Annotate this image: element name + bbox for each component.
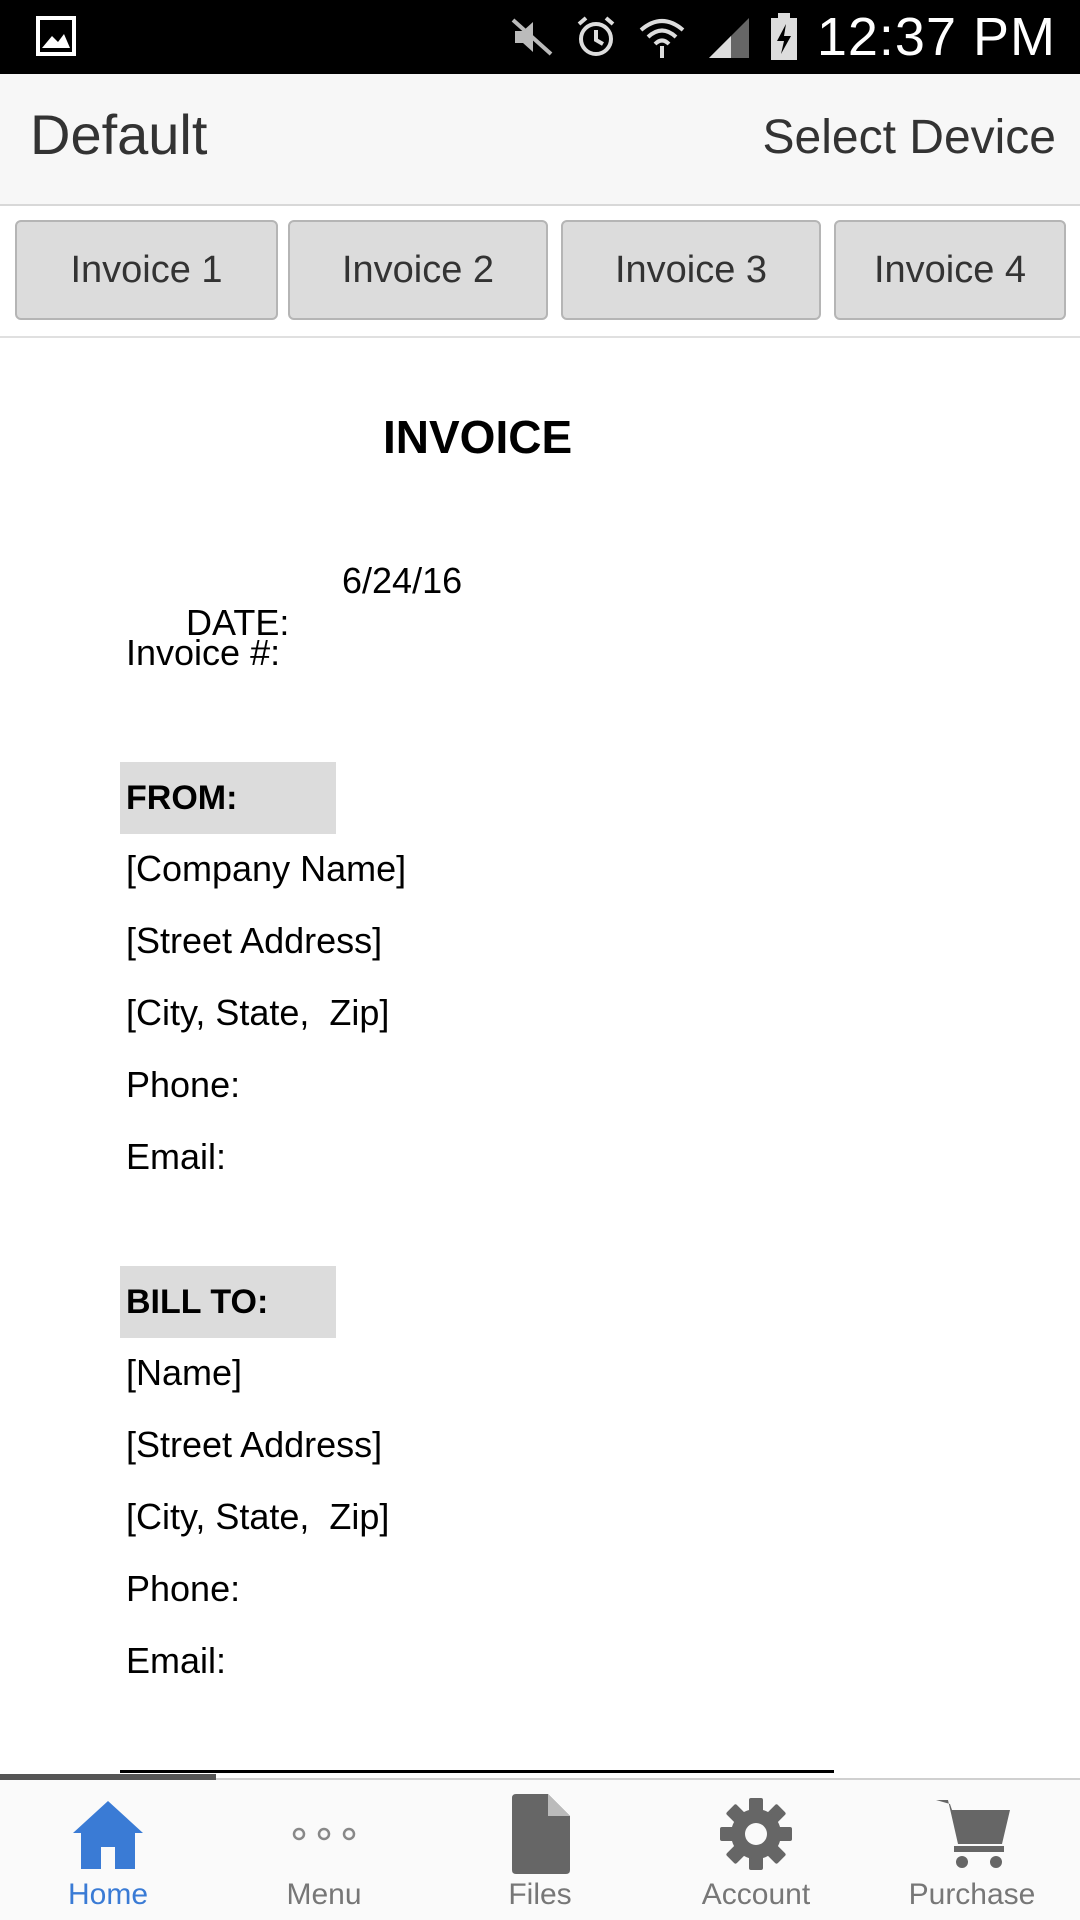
signal-icon <box>705 14 751 60</box>
wifi-icon <box>637 14 687 60</box>
cart-icon <box>930 1792 1014 1876</box>
gallery-icon <box>36 16 76 56</box>
invoice-document[interactable]: INVOICE DATE: 6/24/16 Invoice #: FROM: [… <box>0 338 1080 1778</box>
bill-to-phone: Phone: <box>126 1568 241 1609</box>
home-icon <box>66 1792 150 1876</box>
status-icons: 12:37 PM <box>509 0 1056 74</box>
mute-icon <box>509 14 555 60</box>
bill-to-name: [Name] <box>126 1352 243 1393</box>
status-bar: 12:37 PM <box>0 0 1080 74</box>
nav-files[interactable]: Files <box>432 1780 648 1920</box>
bottom-navigation: Home Menu Files Account Purchase <box>0 1774 1080 1920</box>
nav-menu-label: Menu <box>286 1878 362 1911</box>
tab-invoice-3[interactable]: Invoice 3 <box>561 220 821 320</box>
from-email: Email: <box>126 1136 227 1177</box>
clock: 12:37 PM <box>816 7 1056 67</box>
nav-home-label: Home <box>67 1878 149 1911</box>
bill-to-city: [City, State, Zip] <box>126 1496 390 1537</box>
app-bar: Default Select Device <box>0 74 1080 206</box>
gear-icon <box>714 1792 798 1876</box>
bill-to-email: Email: <box>126 1640 227 1681</box>
screen: 12:37 PM Default Select Device Invoice 1… <box>0 0 1080 1920</box>
select-device-button[interactable]: Select Device <box>763 110 1056 165</box>
nav-home[interactable]: Home <box>0 1780 216 1920</box>
nav-files-label: Files <box>508 1878 572 1911</box>
nav-account[interactable]: Account <box>648 1780 864 1920</box>
from-heading: FROM: <box>120 762 336 834</box>
from-street: [Street Address] <box>126 920 383 961</box>
bill-to-street: [Street Address] <box>126 1424 383 1465</box>
nav-menu[interactable]: Menu <box>216 1780 432 1920</box>
nav-purchase[interactable]: Purchase <box>864 1780 1080 1920</box>
invoice-number-label: Invoice #: <box>126 632 281 673</box>
page-title: Default <box>30 103 208 166</box>
from-company: [Company Name] <box>126 848 407 889</box>
tab-invoice-2[interactable]: Invoice 2 <box>288 220 548 320</box>
date-value: 6/24/16 <box>342 560 463 601</box>
invoice-tabs: Invoice 1 Invoice 2 Invoice 3 Invoice 4 <box>0 206 1080 338</box>
nav-purchase-label: Purchase <box>908 1878 1036 1911</box>
nav-account-label: Account <box>701 1878 811 1911</box>
more-icon <box>282 1792 366 1876</box>
file-icon <box>498 1792 582 1876</box>
alarm-icon <box>573 14 619 60</box>
battery-charging-icon <box>769 12 799 62</box>
tab-invoice-1[interactable]: Invoice 1 <box>15 220 278 320</box>
tab-invoice-4[interactable]: Invoice 4 <box>834 220 1066 320</box>
from-city: [City, State, Zip] <box>126 992 390 1033</box>
from-phone: Phone: <box>126 1064 241 1105</box>
document-divider <box>120 1770 834 1773</box>
bill-to-heading: BILL TO: <box>120 1266 336 1338</box>
document-title: INVOICE <box>383 411 573 463</box>
